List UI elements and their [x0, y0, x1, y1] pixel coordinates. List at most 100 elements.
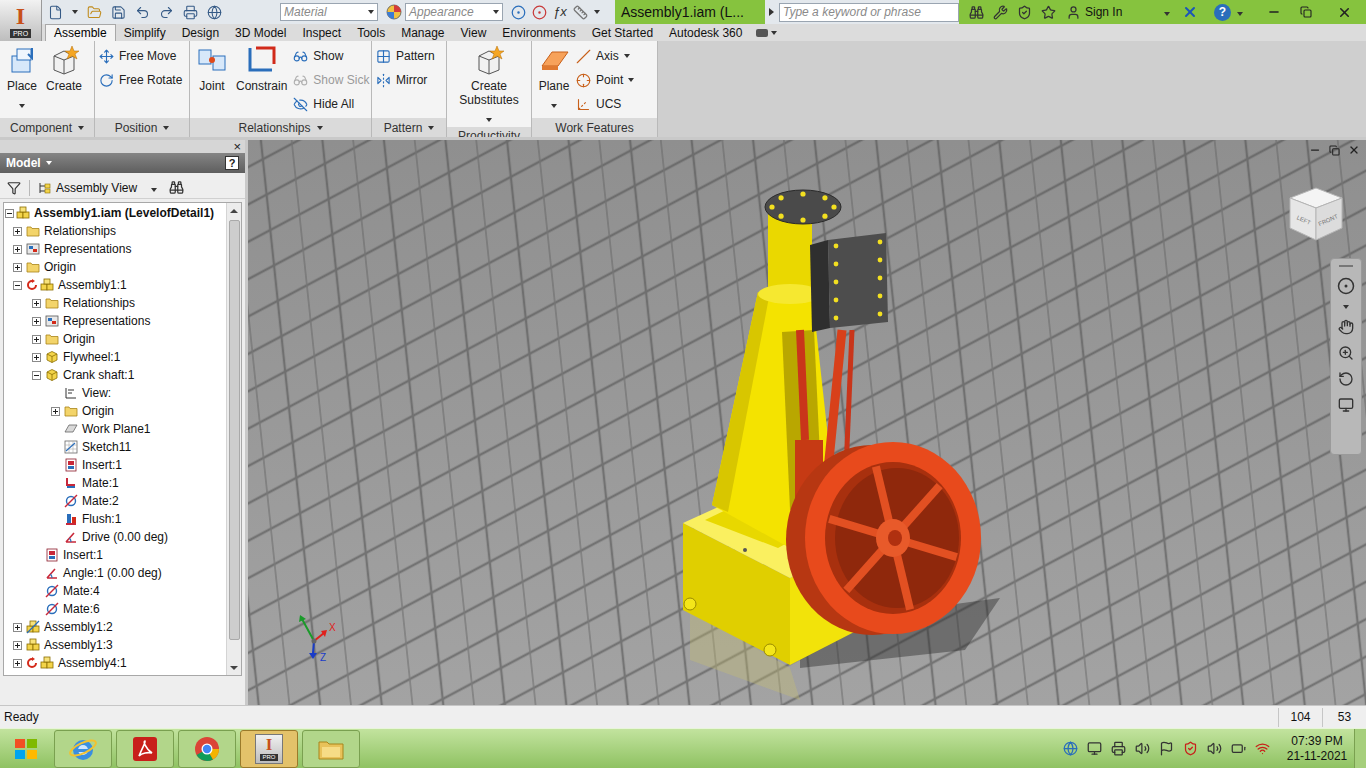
taskbar-app[interactable]: IPRO	[240, 730, 298, 768]
scrollbar-thumb[interactable]	[229, 220, 240, 640]
tree-node[interactable]: Assembly1.iam (LevelofDetail1)	[4, 204, 226, 222]
ribbon-small-button[interactable]: Show Sick	[293, 68, 369, 92]
ribbon-group-label[interactable]: Position	[95, 118, 189, 137]
tree-node[interactable]: Relationships	[4, 294, 226, 312]
wifi-icon[interactable]	[1255, 741, 1270, 756]
restore-button[interactable]	[1290, 2, 1322, 22]
ribbon-large-button[interactable]: Create Substitutes	[451, 44, 527, 127]
redo-icon[interactable]	[159, 5, 174, 20]
save-icon[interactable]	[111, 5, 126, 20]
close-view-icon[interactable]	[1348, 144, 1360, 156]
material-combo[interactable]: Material	[280, 3, 378, 21]
tree-node[interactable]: Crank shaft:1	[4, 366, 226, 384]
tree-node[interactable]: Assembly1:3	[4, 636, 226, 654]
taskbar-app[interactable]	[178, 730, 236, 768]
expander-icon[interactable]	[13, 227, 22, 236]
view-mode-dropdown[interactable]: Assembly View	[38, 179, 157, 197]
ribbon-small-button[interactable]: Point	[576, 68, 634, 92]
ribbon-group-label[interactable]: Pattern	[372, 118, 446, 137]
ribbon-large-button[interactable]: Create	[44, 44, 84, 93]
taskbar-app[interactable]	[116, 730, 174, 768]
tree-node[interactable]: Insert:1	[4, 546, 226, 564]
ribbon-tab[interactable]: Environments	[494, 24, 583, 41]
pan-icon[interactable]	[1338, 319, 1354, 335]
expander-icon[interactable]	[13, 659, 22, 668]
search-field[interactable]: Type a keyword or phrase	[779, 3, 959, 22]
expander-icon[interactable]	[51, 407, 60, 416]
appearance-combo[interactable]: Appearance	[405, 3, 503, 21]
tree-node[interactable]: Sketch11	[4, 438, 226, 456]
restore-view-icon[interactable]	[1329, 145, 1340, 156]
view-cube[interactable]: LEFTFRONT	[1284, 182, 1348, 246]
engine-assembly-model[interactable]	[248, 140, 1366, 705]
favorites-icon[interactable]	[1041, 5, 1056, 20]
tree-node[interactable]: Assembly1:2	[4, 618, 226, 636]
tree-node[interactable]: Relationships	[4, 222, 226, 240]
appearance-icon[interactable]	[386, 4, 402, 20]
tree-node[interactable]: Flush:1	[4, 510, 226, 528]
ribbon-small-button[interactable]: Free Rotate	[99, 68, 182, 92]
taskbar-app[interactable]	[302, 730, 360, 768]
steering-wheel-icon[interactable]	[1337, 277, 1355, 295]
tab-options[interactable]	[756, 24, 777, 41]
tree-node[interactable]: Drive (0.00 deg)	[4, 528, 226, 546]
ribbon-small-button[interactable]: UCS	[576, 92, 634, 116]
ribbon-tab[interactable]: Manage	[393, 24, 452, 41]
browser-header[interactable]: Model?	[0, 153, 245, 173]
filter-icon[interactable]	[7, 181, 21, 195]
look-at-icon[interactable]	[1338, 397, 1354, 413]
expander-icon[interactable]	[13, 623, 22, 632]
tree-node[interactable]: Mate:4	[4, 582, 226, 600]
ribbon-tab[interactable]: Inspect	[294, 24, 349, 41]
tree-node[interactable]: Origin	[4, 330, 226, 348]
expander-icon[interactable]	[5, 209, 14, 218]
printer-icon[interactable]	[1111, 741, 1126, 756]
expander-icon[interactable]	[32, 353, 41, 362]
start-button[interactable]	[0, 729, 52, 768]
ribbon-small-button[interactable]: Hide All	[293, 92, 369, 116]
tree-node[interactable]: Mate:6	[4, 600, 226, 618]
volume-icon[interactable]	[1135, 741, 1150, 756]
tree-node[interactable]: Work Plane1	[4, 420, 226, 438]
tree-node[interactable]: Angle:1 (0.00 deg)	[4, 564, 226, 582]
ribbon-tab[interactable]: Autodesk 360	[661, 24, 750, 41]
tree-node[interactable]: Mate:2	[4, 492, 226, 510]
speaker-icon[interactable]	[1207, 741, 1222, 756]
exchange-apps-icon[interactable]	[1182, 4, 1198, 20]
find-icon[interactable]	[169, 180, 184, 195]
ribbon-tab[interactable]: 3D Model	[227, 24, 294, 41]
tree-node[interactable]: Representations	[4, 240, 226, 258]
tree-node[interactable]: View:	[4, 384, 226, 402]
close-button[interactable]	[1322, 2, 1366, 22]
search-icon[interactable]	[969, 5, 984, 20]
network-globe-icon[interactable]	[1063, 741, 1078, 756]
display-icon[interactable]	[1087, 741, 1102, 756]
ribbon-tab[interactable]: Get Started	[584, 24, 661, 41]
ribbon-small-button[interactable]: Show	[293, 44, 369, 68]
battery-icon[interactable]	[1231, 741, 1246, 756]
application-menu-button[interactable]: IPRO	[0, 0, 42, 41]
ribbon-tab[interactable]: Tools	[349, 24, 393, 41]
tools-icon[interactable]	[993, 5, 1008, 20]
expander-icon[interactable]	[32, 335, 41, 344]
print-icon[interactable]	[183, 5, 198, 20]
ribbon-large-button[interactable]: Place	[4, 44, 40, 113]
tree-scrollbar[interactable]	[226, 203, 241, 675]
ribbon-tab[interactable]: Design	[174, 24, 227, 41]
adjust-appearance-icon[interactable]	[532, 5, 547, 20]
browser-close-button[interactable]: ×	[233, 140, 241, 153]
minimize-view-icon[interactable]	[1309, 144, 1321, 156]
ribbon-large-button[interactable]: Joint	[194, 44, 230, 93]
ribbon-large-button[interactable]: Plane	[536, 44, 572, 113]
minimize-button[interactable]	[1258, 2, 1290, 22]
expander-icon[interactable]	[13, 281, 22, 290]
ribbon-large-button[interactable]: Constrain	[234, 44, 289, 93]
expander-icon[interactable]	[32, 299, 41, 308]
clear-appearance-icon[interactable]	[511, 5, 526, 20]
open-icon[interactable]	[87, 5, 102, 20]
new-file-icon[interactable]	[48, 5, 63, 20]
graphics-viewport[interactable]: LEFTFRONTXZ	[248, 140, 1366, 705]
tree-node[interactable]: Flywheel:1	[4, 348, 226, 366]
zoom-icon[interactable]	[1338, 345, 1354, 361]
ribbon-small-button[interactable]: Axis	[576, 44, 634, 68]
